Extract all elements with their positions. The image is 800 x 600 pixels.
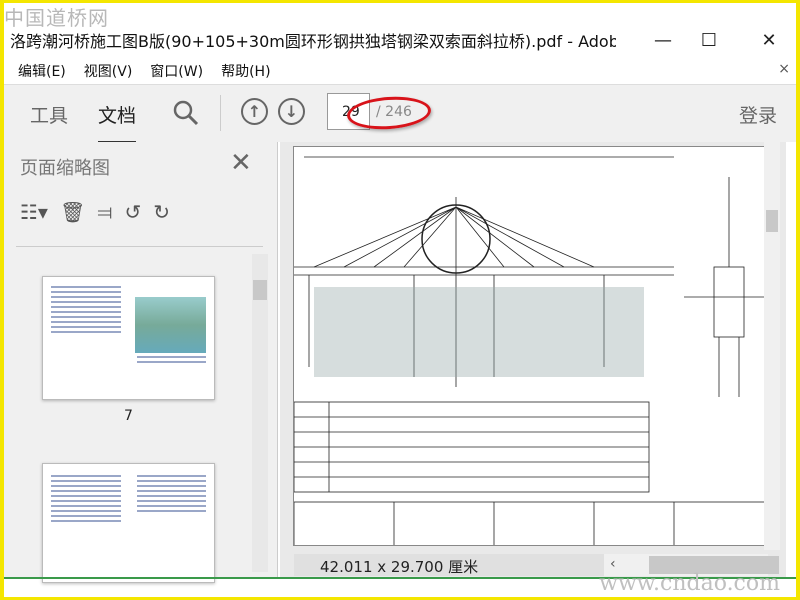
rotate-left-icon[interactable]: ↺ bbox=[124, 200, 141, 224]
pdf-page bbox=[293, 146, 765, 546]
close-document-button[interactable]: × bbox=[778, 61, 790, 77]
thumbnail-panel: 页面缩略图 ✕ ☷▾ 🗑 ⫤ ↺ ↻ 7 bbox=[4, 142, 278, 583]
rotate-right-icon[interactable]: ↻ bbox=[153, 200, 170, 224]
scroll-left-icon[interactable]: ‹ bbox=[610, 556, 616, 572]
login-button[interactable]: 登录 bbox=[739, 101, 777, 128]
title-bar: 洛跨潮河桥施工图B版(90+105+30m圆环形钢拱独塔钢梁双索面斜拉桥).pd… bbox=[4, 24, 796, 56]
bridge-drawing bbox=[294, 156, 764, 545]
menu-edit[interactable]: 编辑(E) bbox=[18, 61, 66, 81]
minimize-button[interactable]: — bbox=[640, 24, 686, 56]
toolbar-divider bbox=[220, 95, 221, 131]
thumbnail-options-icon[interactable]: ☷▾ bbox=[20, 200, 48, 224]
document-view: 42.011 x 29.700 厘米 ‹ bbox=[280, 142, 786, 578]
close-button[interactable]: ✕ bbox=[746, 24, 792, 56]
watermark-url: www.cndao.com bbox=[599, 571, 780, 596]
maximize-button[interactable]: ☐ bbox=[686, 24, 732, 56]
scrollbar-thumb[interactable] bbox=[766, 210, 778, 232]
thumbnail-label: 7 bbox=[124, 408, 133, 424]
delete-icon[interactable]: 🗑 bbox=[60, 200, 85, 224]
menu-help[interactable]: 帮助(H) bbox=[221, 61, 270, 81]
panel-title: 页面缩略图 bbox=[20, 158, 110, 179]
menu-window[interactable]: 窗口(W) bbox=[150, 61, 203, 81]
menu-view[interactable]: 视图(V) bbox=[84, 61, 133, 81]
previous-page-icon[interactable]: ↑ bbox=[241, 98, 268, 125]
page-size-label: 42.011 x 29.700 厘米 bbox=[294, 554, 604, 576]
tab-document[interactable]: 文档 bbox=[98, 101, 137, 144]
page-thumbnail[interactable] bbox=[42, 463, 215, 583]
thumbnail-scrollbar[interactable] bbox=[252, 254, 268, 572]
tab-tools[interactable]: 工具 bbox=[30, 101, 68, 128]
window-title: 洛跨潮河桥施工图B版(90+105+30m圆环形钢拱独塔钢梁双索面斜拉桥).pd… bbox=[10, 32, 616, 51]
menu-bar: 编辑(E) 视图(V) 窗口(W) 帮助(H) × bbox=[4, 58, 796, 84]
panel-divider bbox=[16, 246, 263, 247]
insert-page-icon[interactable]: ⫤ bbox=[97, 200, 112, 224]
page-thumbnail[interactable] bbox=[42, 276, 215, 400]
next-page-icon[interactable]: ↓ bbox=[278, 98, 305, 125]
document-scrollbar[interactable] bbox=[764, 142, 780, 550]
scrollbar-thumb[interactable] bbox=[253, 280, 267, 300]
panel-close-icon[interactable]: ✕ bbox=[230, 148, 252, 178]
search-icon[interactable] bbox=[172, 99, 200, 127]
